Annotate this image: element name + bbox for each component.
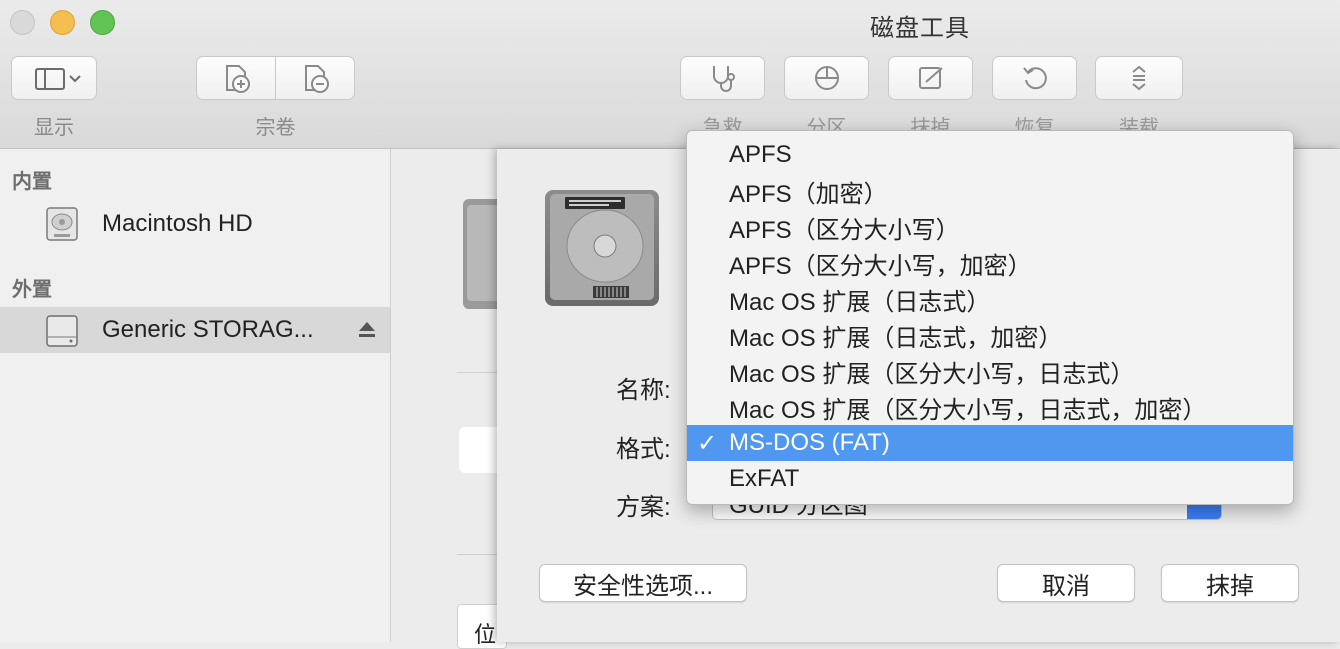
menu-item-label: APFS xyxy=(729,141,792,168)
sidebar-item-label: Macintosh HD xyxy=(102,210,253,237)
menu-item-apfs-case-sensitive[interactable]: APFS（区分大小写） xyxy=(687,209,1293,245)
scheme-label: 方案: xyxy=(616,494,671,521)
partition-button[interactable] xyxy=(784,56,869,100)
format-label: 格式: xyxy=(616,436,671,463)
erase-toolbar-button[interactable] xyxy=(888,56,973,100)
sidebar-icon xyxy=(35,68,81,90)
menu-item-ms-dos-fat[interactable]: ✓ MS-DOS (FAT) xyxy=(687,425,1293,461)
stethoscope-icon xyxy=(712,66,735,92)
format-dropdown-menu: APFS APFS（加密） APFS（区分大小写） APFS（区分大小写，加密）… xyxy=(686,130,1294,505)
menu-item-label: Mac OS 扩展（日志式，加密） xyxy=(729,324,1063,352)
sidebar-item-macintosh-hd[interactable]: Macintosh HD xyxy=(0,201,390,247)
add-volume-button[interactable] xyxy=(196,56,276,100)
add-volume-icon xyxy=(226,65,250,93)
mount-icon xyxy=(1132,65,1146,91)
erase-button[interactable]: 抹掉 xyxy=(1161,564,1299,602)
menu-item-label: APFS（加密） xyxy=(729,180,888,208)
disk-image-partial xyxy=(463,199,501,309)
checkmark-icon: ✓ xyxy=(697,429,718,457)
menu-item-exfat[interactable]: ExFAT xyxy=(687,461,1293,497)
menu-item-apfs-case-sensitive-encrypted[interactable]: APFS（区分大小写，加密） xyxy=(687,245,1293,281)
menu-item-label: APFS（区分大小写） xyxy=(729,216,960,244)
erase-icon xyxy=(918,67,943,89)
first-aid-button[interactable] xyxy=(680,56,765,100)
security-options-button[interactable]: 安全性选项... xyxy=(539,564,747,602)
restore-button[interactable] xyxy=(992,56,1077,100)
hard-disk-icon xyxy=(545,190,659,306)
menu-item-label: MS-DOS (FAT) xyxy=(729,429,890,456)
menu-item-apfs-encrypted[interactable]: APFS（加密） xyxy=(687,173,1293,209)
sidebar-item-generic-storage[interactable]: Generic STORAG... xyxy=(0,307,390,353)
external-section-header: 外置 xyxy=(12,279,52,301)
internal-section-header: 内置 xyxy=(12,171,52,193)
show-label: 显示 xyxy=(34,117,74,139)
remove-volume-icon xyxy=(305,65,329,93)
cancel-button[interactable]: 取消 xyxy=(997,564,1135,602)
remove-volume-button[interactable] xyxy=(275,56,355,100)
menu-item-label: Mac OS 扩展（区分大小写，日志式） xyxy=(729,360,1135,388)
window-title: 磁盘工具 xyxy=(870,15,970,42)
sidebar-item-label: Generic STORAG... xyxy=(102,316,314,343)
divider xyxy=(457,554,497,555)
info-panel-partial xyxy=(459,427,499,473)
toolbar: 磁盘工具 显示 宗卷 急救 分区 抹掉 恢复 装载 xyxy=(0,0,1340,149)
menu-item-label: ExFAT xyxy=(729,465,800,492)
menu-item-label: Mac OS 扩展（区分大小写，日志式，加密） xyxy=(729,396,1207,424)
name-label: 名称: xyxy=(616,377,671,404)
menu-item-apfs[interactable]: APFS xyxy=(687,137,1293,173)
external-disk-icon xyxy=(46,315,78,347)
eject-icon[interactable] xyxy=(358,321,376,339)
mount-button[interactable] xyxy=(1095,56,1183,100)
internal-disk-icon xyxy=(46,207,78,241)
show-sidebar-button[interactable] xyxy=(11,56,97,100)
sidebar: 内置 Macintosh HD 外置 Generic STORAG... xyxy=(0,149,391,642)
menu-item-mac-os-extended-case-sensitive-journaled-encrypted[interactable]: Mac OS 扩展（区分大小写，日志式，加密） xyxy=(687,389,1293,425)
info-table-text: 位 xyxy=(474,622,497,647)
divider xyxy=(457,372,497,373)
menu-item-mac-os-extended-journaled[interactable]: Mac OS 扩展（日志式） xyxy=(687,281,1293,317)
menu-item-label: APFS（区分大小写，加密） xyxy=(729,252,1032,280)
menu-item-label: Mac OS 扩展（日志式） xyxy=(729,288,991,316)
partition-icon xyxy=(814,66,839,90)
menu-item-mac-os-extended-case-sensitive-journaled[interactable]: Mac OS 扩展（区分大小写，日志式） xyxy=(687,353,1293,389)
restore-icon xyxy=(1022,67,1047,90)
menu-item-mac-os-extended-journaled-encrypted[interactable]: Mac OS 扩展（日志式，加密） xyxy=(687,317,1293,353)
volume-label: 宗卷 xyxy=(255,117,296,139)
